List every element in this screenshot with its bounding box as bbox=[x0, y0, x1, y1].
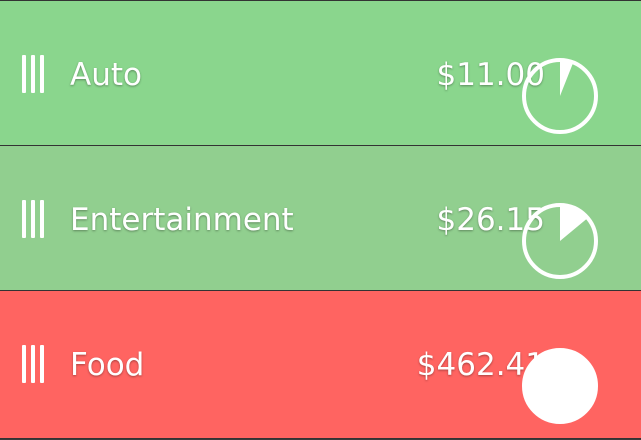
progress-pie-icon bbox=[520, 56, 600, 136]
category-label: Entertainment bbox=[70, 202, 294, 238]
drag-handle-icon[interactable] bbox=[20, 55, 46, 93]
drag-handle-icon[interactable] bbox=[20, 200, 46, 238]
progress-pie-icon bbox=[520, 201, 600, 281]
category-row-entertainment[interactable]: Entertainment $26.15 bbox=[0, 146, 641, 291]
budget-category-list: Auto $11.00 Entertainment $26.15 Food $4… bbox=[0, 0, 641, 440]
category-label: Food bbox=[70, 347, 145, 383]
category-row-food[interactable]: Food $462.41 bbox=[0, 291, 641, 439]
category-label: Auto bbox=[70, 57, 142, 93]
category-row-auto[interactable]: Auto $11.00 bbox=[0, 1, 641, 146]
progress-pie-icon bbox=[520, 346, 600, 426]
drag-handle-icon[interactable] bbox=[20, 345, 46, 383]
